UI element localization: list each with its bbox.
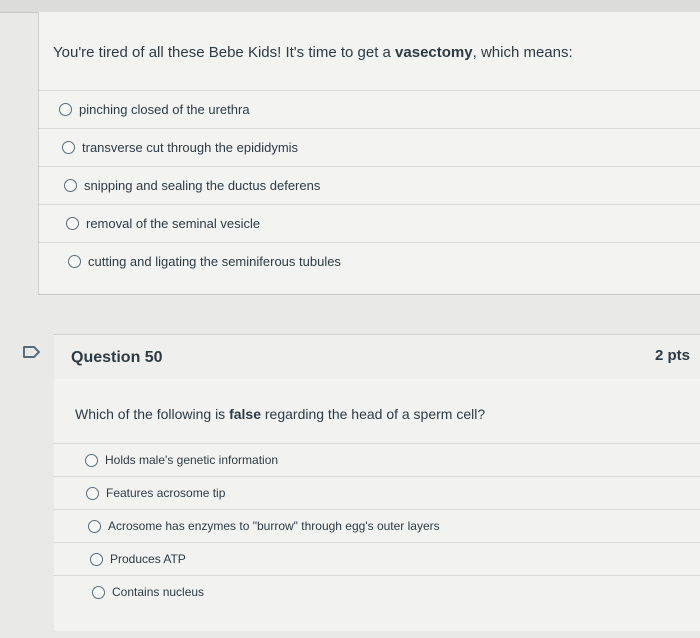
radio-button-icon[interactable] [59, 103, 72, 116]
radio-button-icon[interactable] [86, 486, 99, 500]
question-50-body: Which of the following is false regardin… [54, 379, 700, 631]
answer-option[interactable]: Acrosome has enzymes to "burrow" through… [54, 509, 700, 542]
question-50-header: Question 50 2 pts [54, 334, 700, 380]
radio-button-icon[interactable] [92, 585, 105, 599]
flag-icon[interactable] [22, 345, 42, 359]
question-title: Question 50 [71, 349, 163, 366]
question-49-text: You're tired of all these Bebe Kids! It'… [53, 44, 573, 61]
question-50-text: Which of the following is false regardin… [75, 406, 486, 422]
answer-label: Acrosome has enzymes to "burrow" through… [108, 519, 440, 533]
answer-label: removal of the seminal vesicle [86, 216, 261, 231]
answer-label: Holds male's genetic information [105, 453, 279, 467]
answer-option[interactable]: Produces ATP [54, 542, 700, 575]
answer-label: Features acrosome tip [106, 486, 226, 500]
question-49-card: You're tired of all these Bebe Kids! It'… [38, 12, 700, 295]
answer-label: Produces ATP [110, 552, 186, 566]
answer-option[interactable]: removal of the seminal vesicle [39, 204, 700, 242]
radio-button-icon[interactable] [88, 519, 101, 533]
answer-option[interactable]: pinching closed of the urethra [39, 90, 700, 128]
radio-button-icon[interactable] [62, 141, 75, 154]
answer-option[interactable]: cutting and ligating the seminiferous tu… [39, 242, 700, 280]
question-49-answers: pinching closed of the urethra transvers… [39, 90, 700, 280]
answer-option[interactable]: transverse cut through the epididymis [39, 128, 700, 166]
radio-button-icon[interactable] [68, 255, 81, 268]
answer-label: pinching closed of the urethra [79, 102, 250, 117]
answer-label: Contains nucleus [112, 585, 205, 599]
answer-label: snipping and sealing the ductus deferens [84, 178, 321, 193]
answer-option[interactable]: Features acrosome tip [54, 476, 700, 509]
answer-option[interactable]: Holds male's genetic information [54, 443, 700, 476]
answer-option[interactable]: snipping and sealing the ductus deferens [39, 166, 700, 204]
answer-option[interactable]: Contains nucleus [54, 575, 700, 608]
radio-button-icon[interactable] [66, 217, 79, 230]
radio-button-icon[interactable] [64, 179, 77, 192]
question-50-answers: Holds male's genetic information Feature… [54, 443, 700, 608]
question-points: 2 pts [654, 347, 690, 364]
radio-button-icon[interactable] [85, 453, 98, 467]
answer-label: transverse cut through the epididymis [82, 140, 299, 155]
radio-button-icon[interactable] [90, 552, 103, 566]
answer-label: cutting and ligating the seminiferous tu… [88, 254, 341, 269]
